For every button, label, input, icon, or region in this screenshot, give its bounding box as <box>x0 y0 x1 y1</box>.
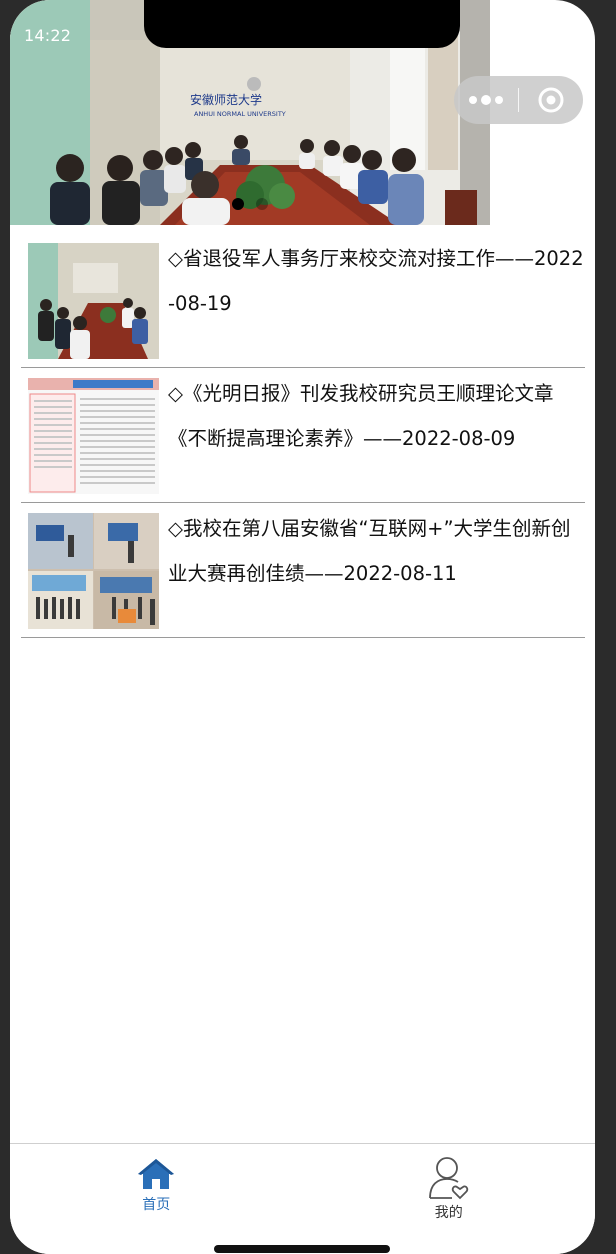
news-thumbnail <box>28 243 159 359</box>
tab-mine[interactable]: 我的 <box>303 1144 596 1254</box>
carousel-dot-2[interactable] <box>256 198 268 210</box>
news-title[interactable]: ◇省退役军人事务厅来校交流对接工作——2022-08-19 <box>168 236 585 326</box>
notch <box>144 0 460 48</box>
carousel-indicator[interactable] <box>10 198 490 210</box>
home-indicator <box>214 1245 390 1253</box>
miniprogram-capsule <box>454 76 583 124</box>
news-list: ◇省退役军人事务厅来校交流对接工作——2022-08-19 ◇《光明日报》刊发我… <box>21 233 585 638</box>
school-sign-en: ANHUI NORMAL UNIVERSITY <box>194 110 286 118</box>
tab-bar: 首页 我的 <box>10 1143 595 1254</box>
news-item[interactable]: ◇我校在第八届安徽省“互联网+”大学生创新创业大赛再创佳绩——2022-08-1… <box>21 503 585 638</box>
carousel-dot-1[interactable] <box>232 198 244 210</box>
news-title[interactable]: ◇《光明日报》刊发我校研究员王顺理论文章《不断提高理论素养》——2022-08-… <box>168 371 585 461</box>
news-title[interactable]: ◇我校在第八届安徽省“互联网+”大学生创新创业大赛再创佳绩——2022-08-1… <box>168 506 585 596</box>
news-item[interactable]: ◇省退役军人事务厅来校交流对接工作——2022-08-19 <box>21 233 585 368</box>
school-sign-cn: 安徽师范大学 <box>190 92 262 107</box>
more-dots-icon[interactable] <box>454 76 518 124</box>
phone-screen: 14:22 安徽师范大学 ANHUI NORMAL UNIVERSITY ◇省退… <box>10 0 595 1254</box>
tab-home[interactable]: 首页 <box>10 1144 303 1254</box>
tab-label-mine: 我的 <box>434 1205 463 1221</box>
news-thumbnail <box>28 513 159 629</box>
home-icon <box>138 1159 175 1189</box>
status-time: 14:22 <box>24 26 72 45</box>
news-thumbnail <box>28 378 159 494</box>
user-heart-icon <box>428 1157 468 1200</box>
target-circle-icon[interactable] <box>519 76 583 124</box>
tab-label-home: 首页 <box>142 1197 171 1213</box>
news-item[interactable]: ◇《光明日报》刊发我校研究员王顺理论文章《不断提高理论素养》——2022-08-… <box>21 368 585 503</box>
